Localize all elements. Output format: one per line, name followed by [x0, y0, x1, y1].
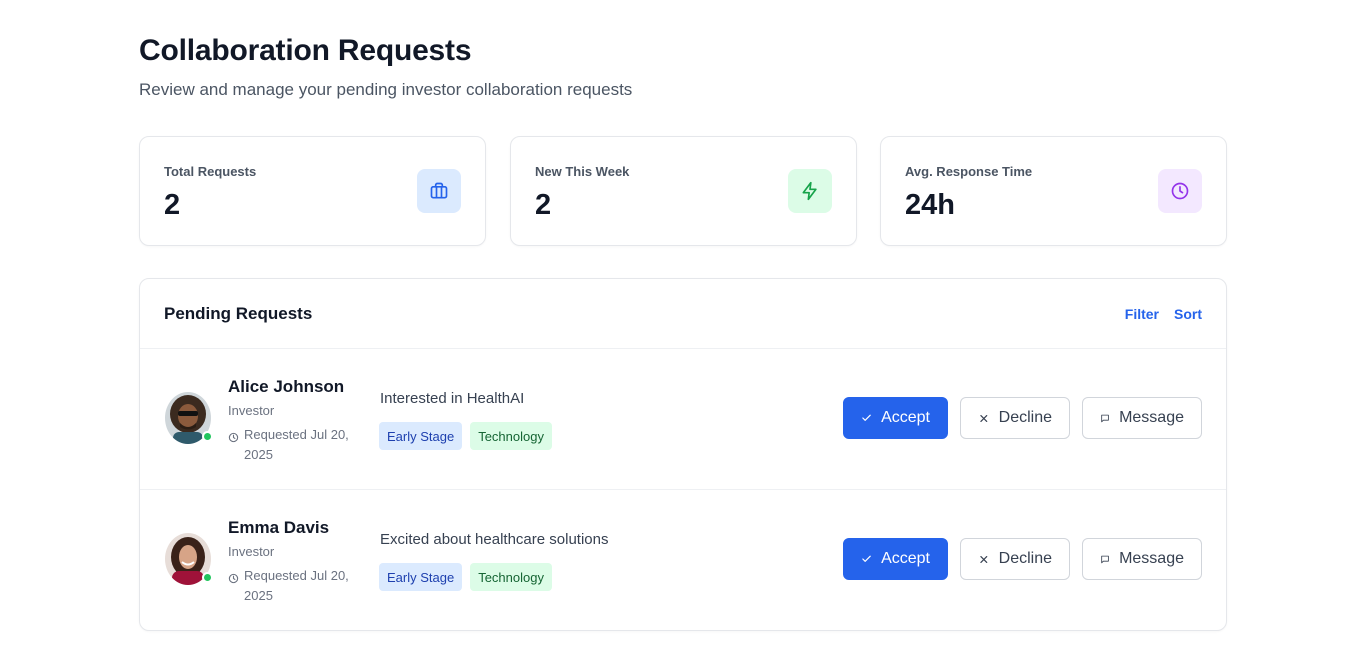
clock-icon	[228, 570, 239, 590]
tag: Technology	[470, 563, 552, 591]
panel-title: Pending Requests	[164, 304, 313, 323]
avatar	[165, 392, 213, 444]
close-icon	[980, 555, 988, 563]
decline-label: Decline	[998, 550, 1052, 567]
page-subtitle: Review and manage your pending investor …	[139, 80, 633, 99]
clock-icon	[228, 429, 239, 449]
tag: Technology	[470, 422, 552, 450]
requester-role: Investor	[228, 544, 275, 559]
requester-name: Emma Davis	[228, 518, 330, 537]
panel-header: Pending Requests Filter Sort	[140, 279, 1226, 349]
tag: Early Stage	[379, 563, 463, 591]
stat-card-avg-response-time: Avg. Response Time 24h	[880, 136, 1227, 246]
request-message: Excited about healthcare solutions	[380, 531, 609, 548]
stat-value: 2	[535, 189, 552, 221]
request-row: Emma Davis Investor Requested Jul 20, 20…	[140, 490, 1226, 631]
decline-button[interactable]: Decline	[960, 538, 1070, 580]
decline-label: Decline	[998, 409, 1052, 426]
chat-bubble-icon	[1101, 555, 1109, 563]
requester-role: Investor	[228, 403, 275, 418]
tag-list: Early Stage Technology	[379, 563, 552, 591]
request-row: Alice Johnson Investor Requested Jul 20,…	[140, 349, 1226, 490]
filter-button[interactable]: Filter	[1125, 306, 1159, 322]
decline-button[interactable]: Decline	[960, 397, 1070, 439]
panel-actions: Filter Sort	[1125, 306, 1202, 322]
tag-list: Early Stage Technology	[379, 422, 552, 450]
check-icon	[862, 555, 871, 562]
lightning-icon	[788, 169, 832, 213]
stat-label: Avg. Response Time	[905, 164, 1033, 179]
stat-card-total-requests: Total Requests 2	[139, 136, 486, 246]
pending-requests-panel: Pending Requests Filter Sort Alice Johns…	[139, 278, 1227, 631]
accept-label: Accept	[881, 409, 930, 426]
request-date-text: Requested Jul 20, 2025	[244, 568, 349, 603]
request-date-text: Requested Jul 20, 2025	[244, 427, 349, 462]
message-label: Message	[1119, 550, 1184, 567]
message-label: Message	[1119, 409, 1184, 426]
row-actions: Accept Decline Message	[843, 397, 1202, 439]
tag: Early Stage	[379, 422, 463, 450]
stats-row: Total Requests 2 New This Week 2 Avg. Re…	[139, 136, 1227, 246]
page-title: Collaboration Requests	[139, 34, 472, 67]
accept-label: Accept	[881, 550, 930, 567]
check-icon	[862, 414, 871, 421]
message-button[interactable]: Message	[1082, 538, 1202, 580]
clock-icon	[1158, 169, 1202, 213]
online-status-dot	[202, 431, 213, 442]
sort-button[interactable]: Sort	[1174, 306, 1202, 322]
request-date: Requested Jul 20, 2025	[228, 425, 368, 465]
stat-label: New This Week	[535, 164, 630, 179]
accept-button[interactable]: Accept	[843, 538, 948, 580]
request-date: Requested Jul 20, 2025	[228, 566, 368, 606]
message-button[interactable]: Message	[1082, 397, 1202, 439]
stat-card-new-this-week: New This Week 2	[510, 136, 857, 246]
stat-label: Total Requests	[164, 164, 257, 179]
close-icon	[980, 414, 988, 422]
briefcase-icon	[417, 169, 461, 213]
request-message: Interested in HealthAI	[380, 390, 525, 407]
chat-bubble-icon	[1101, 414, 1109, 422]
online-status-dot	[202, 572, 213, 583]
stat-value: 24h	[905, 189, 955, 221]
row-actions: Accept Decline Message	[843, 538, 1202, 580]
accept-button[interactable]: Accept	[843, 397, 948, 439]
stat-value: 2	[164, 189, 181, 221]
avatar	[165, 533, 213, 585]
requester-name: Alice Johnson	[228, 377, 345, 396]
